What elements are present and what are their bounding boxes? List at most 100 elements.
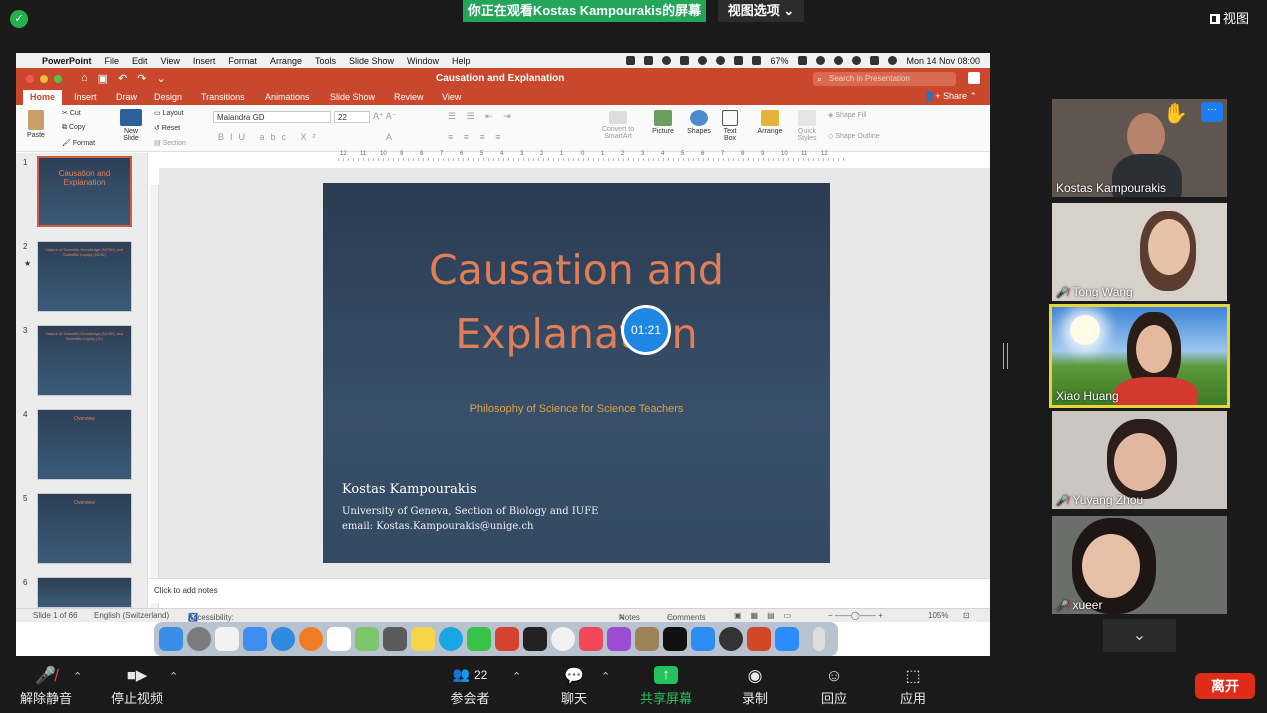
quick-styles-button[interactable]: Quick Styles bbox=[792, 110, 822, 142]
powerpoint-icon[interactable] bbox=[747, 627, 771, 651]
section-button[interactable]: ▤ Section bbox=[154, 139, 186, 147]
shape-fill-button[interactable]: ◈ Shape Fill bbox=[828, 111, 866, 119]
photos-icon[interactable] bbox=[551, 627, 575, 651]
record-button[interactable]: ◉ 录制 bbox=[740, 666, 770, 707]
control-center-icon[interactable] bbox=[870, 56, 880, 65]
slide-thumbnail-6[interactable] bbox=[37, 577, 132, 608]
more-options-button[interactable]: ··· bbox=[1201, 102, 1223, 122]
audio-options-caret[interactable]: ⌃ bbox=[73, 670, 82, 683]
shield-menu-icon[interactable] bbox=[644, 56, 654, 65]
bluetooth-icon[interactable] bbox=[752, 56, 762, 65]
slide-thumbnail-1[interactable]: Causation and Explanation bbox=[37, 156, 132, 227]
slide-email[interactable]: email: Kostas.Kampourakis@unige.ch bbox=[342, 521, 533, 532]
participants-options-caret[interactable]: ⌃ bbox=[512, 670, 521, 683]
wifi-icon[interactable] bbox=[816, 56, 826, 65]
headphones-icon[interactable] bbox=[716, 56, 726, 65]
tab-insert[interactable]: Insert bbox=[74, 92, 97, 102]
current-slide[interactable]: Causation and Explanation Philosophy of … bbox=[323, 183, 830, 563]
timer-widget[interactable]: 01:21 bbox=[621, 305, 671, 355]
font-style-buttons[interactable]: BIU abc X² bbox=[218, 132, 322, 142]
menu-format[interactable]: Format bbox=[228, 56, 257, 66]
menu-arrange[interactable]: Arrange bbox=[270, 56, 302, 66]
facetime-icon[interactable] bbox=[467, 627, 491, 651]
keyboard-icon[interactable] bbox=[734, 56, 744, 65]
view-mode-buttons[interactable]: ▣▦▤▭ bbox=[734, 611, 800, 620]
shapes-button[interactable]: Shapes bbox=[684, 110, 714, 135]
participant-tile[interactable]: 🎤̸ xueer bbox=[1052, 516, 1227, 614]
view-options-button[interactable]: 视图选项 ⌄ bbox=[718, 0, 804, 22]
tab-review[interactable]: Review bbox=[394, 92, 424, 102]
home-icon[interactable]: ⌂ bbox=[81, 72, 88, 85]
chat-button[interactable]: 💬 聊天 bbox=[558, 666, 590, 707]
slide-thumbnail-3[interactable]: Nature of Scientific Knowledge (NOSK) an… bbox=[37, 325, 132, 396]
user-menu-icon[interactable] bbox=[834, 56, 844, 65]
font-name-field[interactable]: Maiandra GD bbox=[213, 111, 331, 123]
tab-draw[interactable]: Draw bbox=[116, 92, 137, 102]
notes-pane[interactable]: Click to add notes bbox=[148, 578, 990, 603]
podcasts-icon[interactable] bbox=[607, 627, 631, 651]
apps-button[interactable]: ⬚ 应用 bbox=[897, 666, 929, 707]
menubar-clock[interactable]: Mon 14 Nov 08:00 bbox=[906, 56, 980, 66]
music-icon[interactable] bbox=[579, 627, 603, 651]
time-machine-icon[interactable] bbox=[698, 56, 708, 65]
slide-author[interactable]: Kostas Kampourakis bbox=[342, 482, 477, 497]
menu-edit[interactable]: Edit bbox=[132, 56, 148, 66]
react-button[interactable]: ☺ 回应 bbox=[818, 666, 850, 707]
menu-app-name[interactable]: PowerPoint bbox=[42, 56, 92, 66]
redo-icon[interactable]: ↷ bbox=[137, 72, 146, 85]
reset-button[interactable]: ↺ Reset bbox=[154, 124, 180, 132]
save-icon[interactable]: ▣ bbox=[98, 72, 108, 85]
launchpad-icon[interactable] bbox=[215, 627, 239, 651]
zoom-window-button[interactable] bbox=[54, 75, 62, 83]
share-button[interactable]: 👤+ Share ⌃ bbox=[924, 91, 977, 102]
panel-resize-handle[interactable] bbox=[1003, 343, 1008, 369]
maps-icon[interactable] bbox=[355, 627, 379, 651]
calculator-icon[interactable] bbox=[383, 627, 407, 651]
account-icon[interactable] bbox=[968, 72, 980, 84]
share-screen-button[interactable]: ↑ 共享屏幕 bbox=[638, 666, 694, 707]
shape-outline-button[interactable]: ◇ Shape Outline bbox=[828, 132, 880, 140]
dropbox-icon[interactable] bbox=[626, 56, 636, 65]
menu-insert[interactable]: Insert bbox=[193, 56, 216, 66]
font-size-field[interactable]: 22 bbox=[334, 111, 370, 123]
siri-icon[interactable] bbox=[888, 56, 898, 65]
slide-thumbnail-5[interactable]: Overview bbox=[37, 493, 132, 564]
font-size-buttons[interactable]: A⁺ A⁻ bbox=[373, 111, 397, 122]
firefox-icon[interactable] bbox=[299, 627, 323, 651]
picture-button[interactable]: Picture bbox=[649, 110, 677, 135]
video-options-caret[interactable]: ⌃ bbox=[169, 670, 178, 683]
app-icon[interactable] bbox=[635, 627, 659, 651]
circle-menu-icon[interactable] bbox=[662, 56, 672, 65]
close-window-button[interactable] bbox=[26, 75, 34, 83]
minimize-window-button[interactable] bbox=[40, 75, 48, 83]
powerpoint-alt-icon[interactable] bbox=[495, 627, 519, 651]
slide-subtitle[interactable]: Philosophy of Science for Science Teache… bbox=[323, 403, 830, 415]
triangle-menu-icon[interactable] bbox=[680, 56, 690, 65]
chat-options-caret[interactable]: ⌃ bbox=[601, 670, 610, 683]
participant-tile[interactable]: 🎤̸ Tong Wang bbox=[1052, 203, 1227, 301]
inkscape-icon[interactable] bbox=[719, 627, 743, 651]
list-buttons[interactable]: ☰ ☰ ⇤ ⇥ bbox=[448, 111, 515, 122]
slide-affiliation[interactable]: University of Geneva, Section of Biology… bbox=[342, 506, 598, 517]
notes-app-icon[interactable] bbox=[411, 627, 435, 651]
text-box-button[interactable]: Text Box bbox=[719, 110, 741, 142]
slide-thumbnail-pane[interactable]: 1 Causation and Explanation 2 ★ Nature o… bbox=[16, 153, 148, 608]
paste-button[interactable]: Paste bbox=[24, 110, 48, 139]
language-status[interactable]: English (Switzerland) bbox=[94, 611, 169, 620]
stop-video-button[interactable]: ■▶ 停止视频 bbox=[111, 666, 163, 707]
app-store-icon[interactable] bbox=[691, 627, 715, 651]
battery-icon[interactable] bbox=[798, 56, 808, 65]
menu-slide-show[interactable]: Slide Show bbox=[349, 56, 394, 66]
battery-percent[interactable]: 67% bbox=[770, 56, 788, 66]
menu-file[interactable]: File bbox=[105, 56, 120, 66]
menu-view[interactable]: View bbox=[161, 56, 180, 66]
participants-button[interactable]: 👥 22 参会者 bbox=[445, 666, 495, 707]
convert-smartart-button[interactable]: Convert to SmartArt bbox=[596, 111, 640, 140]
tab-animations[interactable]: Animations bbox=[265, 92, 310, 102]
spotlight-icon[interactable] bbox=[852, 56, 862, 65]
menu-window[interactable]: Window bbox=[407, 56, 439, 66]
mission-control-icon[interactable] bbox=[523, 627, 547, 651]
arrange-button[interactable]: Arrange bbox=[754, 110, 786, 135]
safari-icon[interactable] bbox=[271, 627, 295, 651]
finder-icon[interactable] bbox=[159, 627, 183, 651]
